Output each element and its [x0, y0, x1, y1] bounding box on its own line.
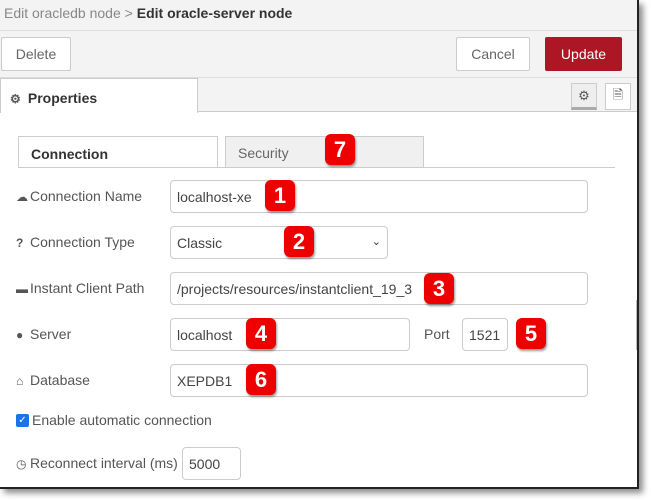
- callout-badge-2: 2: [284, 226, 314, 257]
- page-title: Edit oracle-server node: [136, 5, 293, 21]
- port-label: Port: [424, 326, 450, 342]
- chevron-down-icon: ⌄: [371, 236, 381, 248]
- connection-type-select[interactable]: Classic ⌄: [170, 226, 388, 259]
- gear-icon: ⚙: [10, 92, 21, 106]
- folder-icon: ▬: [16, 282, 28, 296]
- auto-connect-row: ✓ Enable automatic connection: [16, 412, 212, 428]
- connection-type-label: ? Connection Type: [16, 234, 135, 250]
- instant-client-input[interactable]: /projects/resources/instantclient_19_3: [170, 272, 588, 305]
- breadcrumb: Edit oracledb node > Edit oracle-server …: [0, 0, 637, 31]
- database-label: ⌂ Database: [16, 372, 90, 388]
- callout-badge-3: 3: [424, 273, 454, 304]
- callout-badge-4: 4: [246, 318, 276, 349]
- port-input[interactable]: 1521: [462, 318, 508, 351]
- breadcrumb-parent[interactable]: Edit oracledb node: [4, 5, 121, 21]
- database-input[interactable]: XEPDB1: [170, 364, 588, 397]
- callout-badge-5: 5: [516, 318, 546, 349]
- connection-name-input[interactable]: localhost-xe: [170, 180, 588, 213]
- home-icon: ⌂: [16, 374, 24, 388]
- breadcrumb-separator: >: [124, 5, 133, 21]
- delete-button[interactable]: Delete: [1, 37, 71, 71]
- description-button[interactable]: 🗎: [605, 83, 631, 110]
- callout-badge-7: 7: [325, 134, 355, 165]
- tab-connection[interactable]: Connection: [18, 136, 218, 168]
- toolbar: Delete Cancel Update: [0, 31, 637, 78]
- tab-properties[interactable]: ⚙ Properties: [0, 78, 198, 113]
- document-icon: 🗎: [612, 86, 624, 102]
- settings-gear-button[interactable]: ⚙: [571, 83, 597, 110]
- cloud-icon: ☁: [16, 190, 28, 204]
- callout-badge-1: 1: [265, 180, 295, 211]
- callout-badge-6: 6: [246, 364, 276, 395]
- auto-connect-checkbox[interactable]: ✓: [16, 413, 29, 427]
- update-button[interactable]: Update: [545, 37, 622, 71]
- clock-icon: ◷: [16, 457, 27, 471]
- gear-icon: ⚙: [578, 87, 590, 103]
- server-input[interactable]: localhost: [170, 318, 410, 351]
- instant-client-label: ▬ Instant Client Path: [16, 280, 145, 296]
- question-icon: ?: [16, 236, 24, 250]
- connection-type-value: Classic: [177, 235, 223, 251]
- reconnect-input[interactable]: 5000: [182, 447, 241, 480]
- cancel-button[interactable]: Cancel: [456, 37, 530, 71]
- globe-icon: ●: [16, 328, 24, 342]
- connection-name-label: ☁ Connection Name: [16, 188, 143, 204]
- divider: [18, 167, 615, 168]
- reconnect-label: ◷ Reconnect interval (ms): [16, 455, 178, 471]
- scrollbar[interactable]: [636, 300, 637, 350]
- tab-properties-label: Properties: [27, 90, 98, 106]
- tab-bar: ⚙ Properties ⚙ 🗎: [0, 78, 637, 113]
- server-label: ● Server: [16, 326, 72, 342]
- edit-dialog: Edit oracledb node > Edit oracle-server …: [0, 0, 639, 489]
- auto-connect-label: Enable automatic connection: [32, 412, 212, 428]
